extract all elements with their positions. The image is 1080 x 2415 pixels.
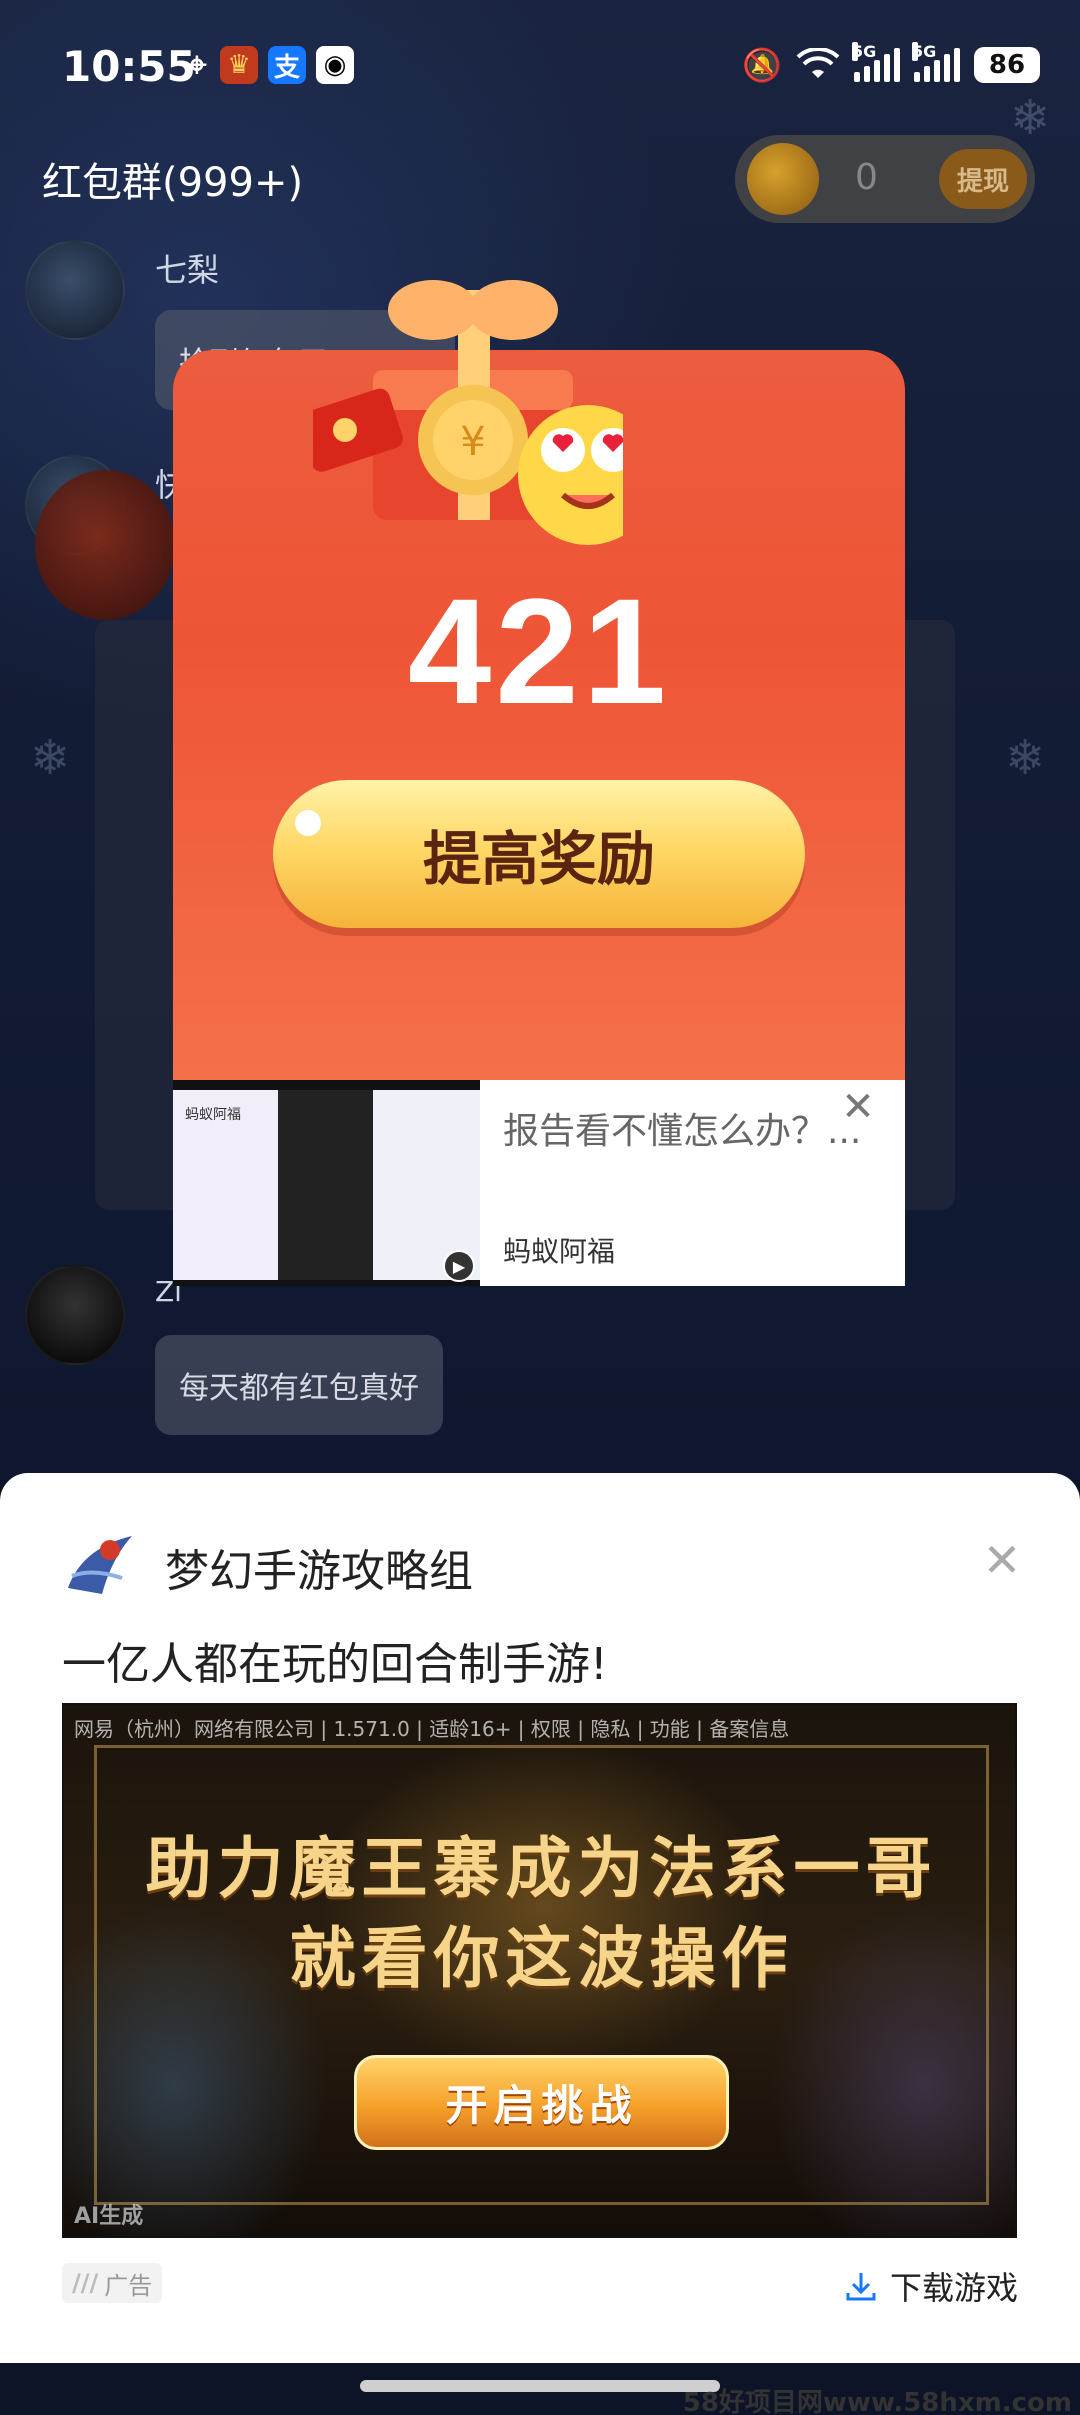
message-bubble: 每天都有红包真好 — [155, 1335, 443, 1435]
ad-banner[interactable]: 网易（杭州）网络有限公司 | 1.571.0 | 适龄16+ | 权限 | 隐私… — [62, 1703, 1017, 2238]
gift-box-icon: ¥ — [313, 280, 623, 545]
qq-icon: ◉ — [316, 46, 354, 84]
thumbnail-panel — [278, 1090, 373, 1280]
banner-subheadline: 就看你这波操作 — [289, 1919, 794, 1997]
avatar[interactable] — [25, 1265, 125, 1365]
ad-thumbnail[interactable]: 蚂蚁阿福 ▶ — [173, 1080, 480, 1286]
boost-reward-button[interactable]: 提高奖励 — [273, 780, 805, 928]
inline-ad[interactable]: 蚂蚁阿福 ▶ 报告看不懂怎么办？... ✕ 蚂蚁阿福 — [173, 1080, 905, 1286]
reward-modal: ¥ 421 提高奖励 — [173, 280, 905, 1080]
coin-icon — [747, 143, 819, 215]
wifi-icon — [796, 48, 840, 78]
chat-group-title: 红包群(999+) — [42, 160, 304, 206]
download-game-button[interactable]: 下载游戏 — [844, 2263, 1018, 2309]
boost-reward-label: 提高奖励 — [422, 825, 655, 893]
snowflake-icon: ❄ — [1005, 730, 1046, 786]
alipay-icon: 支 — [268, 46, 306, 84]
bottom-ad-sheet: 梦幻手游攻略组 ✕ 一亿人都在玩的回合制手游! 网易（杭州）网络有限公司 | 1… — [0, 1473, 1080, 2363]
close-icon[interactable]: ✕ — [975, 1533, 1029, 1587]
thumbnail-panel: 蚂蚁阿福 — [173, 1090, 278, 1280]
clock: 10:55 — [62, 42, 196, 91]
avatar[interactable] — [25, 240, 125, 340]
cell-signal-icon: 5G — [912, 42, 960, 82]
start-challenge-button[interactable]: 开启挑战 — [354, 2055, 729, 2150]
reward-amount: 421 — [407, 567, 671, 735]
red-packet-icon — [35, 470, 175, 620]
ad-description: 一亿人都在玩的回合制手游! — [62, 1639, 608, 1690]
close-icon[interactable]: ✕ — [833, 1082, 883, 1132]
withdraw-button[interactable]: 提现 — [939, 149, 1027, 209]
svg-text:¥: ¥ — [460, 419, 485, 465]
ad-source-icon: /// — [72, 2269, 99, 2297]
ad-title[interactable]: 报告看不懂怎么办？... — [503, 1102, 888, 1154]
mute-bell-icon: 🔕 — [742, 46, 782, 84]
coin-balance: 0 提现 — [735, 135, 1035, 223]
ad-label: /// 广告 — [62, 2263, 163, 2303]
download-icon — [846, 2273, 876, 2301]
location-icon: ⌖ — [187, 45, 207, 85]
ad-brand: 蚂蚁阿福 — [503, 1235, 616, 1268]
game-logo-icon — [68, 1536, 132, 1594]
battery-indicator: 86 — [974, 47, 1040, 83]
shine-decoration — [295, 810, 321, 836]
ad-legal-info[interactable]: 网易（杭州）网络有限公司 | 1.571.0 | 适龄16+ | 权限 | 隐私… — [74, 1713, 789, 1742]
watermark: 58好项目网www.58hxm.com — [682, 2388, 1072, 2415]
ad-app-name: 梦幻手游攻略组 — [165, 1546, 473, 1597]
cell-signal-icon: 5G — [852, 42, 900, 82]
ai-generated-mark: AI生成 — [74, 2204, 144, 2229]
snowflake-icon: ❄ — [30, 730, 71, 786]
banner-headline: 助力魔王寨成为法系一哥 — [145, 1829, 938, 1907]
play-icon[interactable]: ▶ — [443, 1250, 475, 1282]
game-app-icon: ♛ — [220, 46, 258, 84]
status-bar: 10:55 ⌖ ♛ 支 ◉ 🔕 5G 5G 86 — [0, 0, 1080, 135]
message-sender: 七梨 — [155, 251, 220, 289]
coin-count: 0 — [855, 157, 878, 198]
home-indicator[interactable] — [360, 2380, 720, 2392]
